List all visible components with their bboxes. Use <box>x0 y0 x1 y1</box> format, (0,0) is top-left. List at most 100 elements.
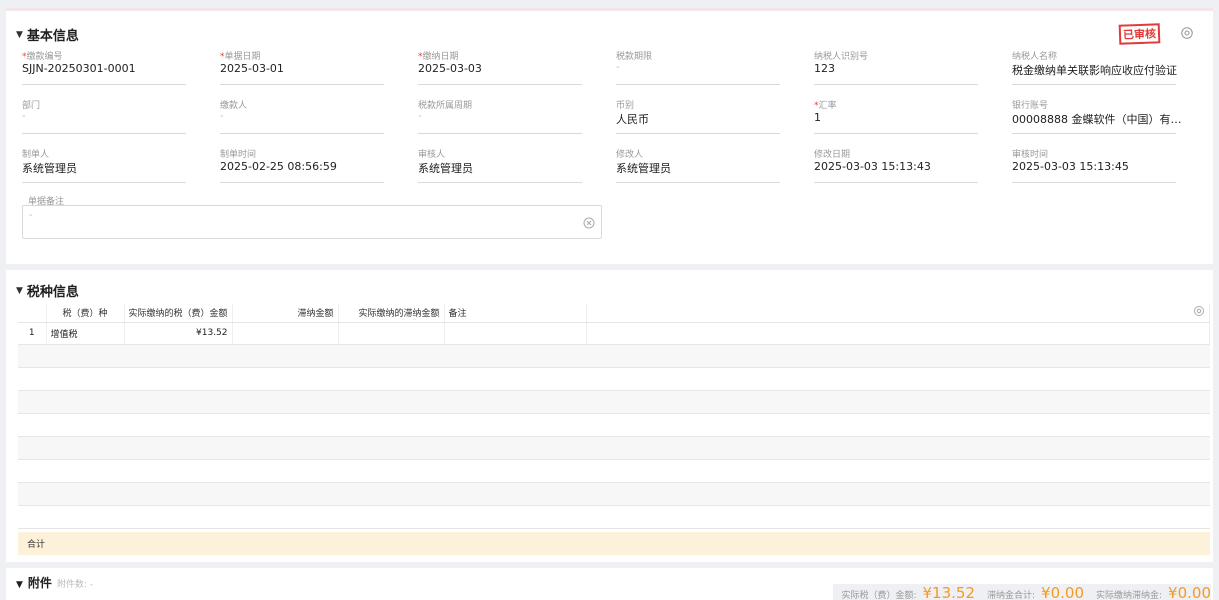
field-label: *缴纳日期 <box>418 49 459 62</box>
attachment-count: 附件数: - <box>56 580 94 590</box>
field-17[interactable]: 审核时间 2025-03-03 15:13:45 <box>1012 147 1176 183</box>
empty-row <box>18 390 1210 414</box>
field-value: 税金缴纳单关联影响应收应付验证 <box>1012 64 1177 77</box>
empty-row <box>18 482 1210 506</box>
field-11[interactable]: 银行账号 00008888 金蝶软件（中国）有限公... <box>1012 98 1190 134</box>
field-1[interactable]: *单据日期 2025-03-01 <box>220 49 384 85</box>
remark-textarea[interactable]: - <box>22 205 602 239</box>
total-label: 合计 <box>27 540 46 550</box>
field-9[interactable]: 币别 人民币 <box>616 98 780 134</box>
field-label: 部门 <box>22 98 40 111</box>
col-late-fee[interactable]: 滞纳金额 <box>232 304 339 323</box>
footer-summary: 实际税（费）金额: ¥13.52 滞纳金合计: ¥0.00 实际缴纳滞纳金: ¥… <box>833 584 1211 600</box>
field-value: - <box>616 62 620 73</box>
field-4[interactable]: 纳税人识别号 123 <box>814 49 978 85</box>
cell-remark[interactable] <box>444 322 587 345</box>
field-label-text: 币别 <box>616 101 635 111</box>
collapse-caret-icon[interactable]: ▼ <box>16 580 23 590</box>
field-label-text: 制单时间 <box>220 150 257 160</box>
field-value: 系统管理员 <box>616 162 671 175</box>
field-label-text: 汇率 <box>818 101 837 111</box>
field-label: 币别 <box>616 98 634 111</box>
field-label-text: 审核时间 <box>1012 150 1049 160</box>
attachments-title: 附件 <box>27 576 52 590</box>
cell-tax-type[interactable]: 增值税 <box>46 322 125 345</box>
col-settings <box>586 304 1211 323</box>
collapse-caret-icon[interactable]: ▼ <box>16 286 23 296</box>
basic-info-header[interactable]: ▼ 基本信息 <box>16 25 79 44</box>
field-label-text: 修改日期 <box>814 150 851 160</box>
field-label: *缴款编号 <box>22 49 63 62</box>
col-remark[interactable]: 备注 <box>444 304 587 323</box>
field-3[interactable]: 税款期限 - <box>616 49 780 85</box>
field-6[interactable]: 部门 - <box>22 98 186 134</box>
field-label: 修改日期 <box>814 147 850 160</box>
tax-info-title: 税种信息 <box>26 285 79 300</box>
field-label-text: 税款所属周期 <box>418 101 473 111</box>
field-0[interactable]: *缴款编号 SJJN-20250301-0001 <box>22 49 186 85</box>
late-fee-total-label: 滞纳金合计: <box>987 591 1036 600</box>
field-value: 人民币 <box>616 113 649 126</box>
total-row: 合计 <box>18 532 1210 555</box>
field-label: *汇率 <box>814 98 837 111</box>
field-8[interactable]: 税款所属周期 - <box>418 98 582 134</box>
column-settings-gear-icon[interactable] <box>1193 305 1205 317</box>
col-actual-late-fee[interactable]: 实际缴纳的滞纳金额 <box>338 304 445 323</box>
field-label: 税款所属周期 <box>418 98 472 111</box>
field-label: 制单时间 <box>220 147 256 160</box>
cell-actual-amount[interactable]: ¥13.52 <box>124 322 233 345</box>
field-15[interactable]: 修改人 系统管理员 <box>616 147 780 183</box>
field-value: 2025-02-25 08:56:59 <box>220 160 337 173</box>
field-value: 1 <box>814 111 821 124</box>
field-16[interactable]: 修改日期 2025-03-03 15:13:43 <box>814 147 978 183</box>
field-12[interactable]: 制单人 系统管理员 <box>22 147 186 183</box>
field-value: 123 <box>814 62 835 75</box>
field-label: 银行账号 <box>1012 98 1048 111</box>
field-value: 00008888 金蝶软件（中国）有限公... <box>1012 113 1190 126</box>
field-7[interactable]: 缴款人 - <box>220 98 384 134</box>
field-14[interactable]: 审核人 系统管理员 <box>418 147 582 183</box>
actual-tax-value: ¥13.52 <box>922 584 976 600</box>
field-value: SJJN-20250301-0001 <box>22 62 136 75</box>
empty-row <box>18 436 1210 460</box>
empty-row <box>18 367 1210 391</box>
empty-row <box>18 344 1210 368</box>
field-value: 2025-03-03 <box>418 62 482 75</box>
settings-gear-icon[interactable] <box>1180 26 1194 40</box>
tax-grid: 税（费）种 实际缴纳的税（费）金额 滞纳金额 实际缴纳的滞纳金额 备注 1 增值… <box>18 304 1211 529</box>
field-label-text: 缴款人 <box>220 101 248 111</box>
tax-info-header[interactable]: ▼ 税种信息 <box>16 281 79 300</box>
actual-late-fee-value: ¥0.00 <box>1168 584 1211 600</box>
empty-row <box>18 459 1210 483</box>
cell-late-fee[interactable] <box>232 322 339 345</box>
field-label-text: 审核人 <box>418 150 446 160</box>
field-label: 审核人 <box>418 147 445 160</box>
field-2[interactable]: *缴纳日期 2025-03-03 <box>418 49 582 85</box>
cell-actual-late-fee[interactable] <box>338 322 445 345</box>
table-row[interactable]: 1 增值税 ¥13.52 <box>18 322 1211 345</box>
field-value: 2025-03-03 15:13:45 <box>1012 160 1129 173</box>
actual-tax-label: 实际税（费）金额: <box>841 591 917 600</box>
field-5[interactable]: 纳税人名称税金缴纳单关联影响应收应付验证 <box>1012 49 1177 85</box>
field-label: *单据日期 <box>220 49 261 62</box>
clear-icon[interactable] <box>583 217 595 229</box>
empty-row <box>18 505 1210 529</box>
tax-grid-header: 税（费）种 实际缴纳的税（费）金额 滞纳金额 实际缴纳的滞纳金额 备注 <box>18 304 1211 323</box>
attachments-header[interactable]: ▼ 附件 附件数: - <box>16 574 93 591</box>
field-value: - <box>220 111 224 122</box>
field-value: 2025-03-03 15:13:43 <box>814 160 931 173</box>
field-value: 系统管理员 <box>22 162 77 175</box>
field-label: 修改人 <box>616 147 643 160</box>
field-10[interactable]: *汇率 1 <box>814 98 978 134</box>
field-label-text: 银行账号 <box>1012 101 1049 111</box>
tax-info-panel: ▼ 税种信息 税（费）种 实际缴纳的税（费）金额 滞纳金额 实际缴纳的滞纳金额 … <box>6 270 1213 562</box>
col-tax-type[interactable]: 税（费）种 <box>46 304 125 323</box>
field-label: 制单人 <box>22 147 49 160</box>
field-label: 纳税人识别号 <box>814 49 868 62</box>
row-index: 1 <box>18 322 47 345</box>
field-label: 纳税人名称 <box>1012 49 1057 62</box>
collapse-caret-icon[interactable]: ▼ <box>16 30 23 40</box>
col-actual-amount[interactable]: 实际缴纳的税（费）金额 <box>124 304 233 323</box>
field-13[interactable]: 制单时间 2025-02-25 08:56:59 <box>220 147 384 183</box>
basic-info-title: 基本信息 <box>26 29 79 44</box>
